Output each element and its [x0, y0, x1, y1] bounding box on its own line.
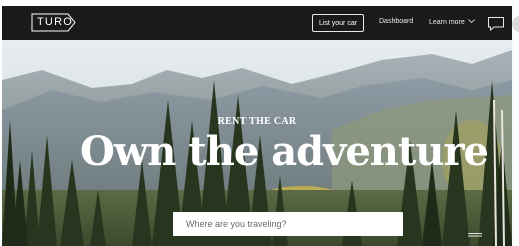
- hero-headline: Own the adventure: [80, 128, 489, 175]
- learn-more-label: Learn more: [429, 19, 465, 26]
- avatar[interactable]: [512, 16, 519, 32]
- hero-banner: RENT THE CAR Own the adventure: [2, 40, 512, 246]
- search-input[interactable]: [173, 212, 403, 236]
- dashboard-link[interactable]: Dashboard: [379, 18, 413, 25]
- logo-text: TURO: [37, 16, 73, 28]
- page: TURO List your car Dashboard Learn more: [0, 0, 519, 246]
- chevron-down-icon: [468, 18, 475, 25]
- list-your-car-button[interactable]: List your car: [312, 14, 364, 32]
- turo-logo[interactable]: TURO: [31, 13, 76, 32]
- chat-icon[interactable]: [487, 16, 505, 32]
- hero-eyebrow: RENT THE CAR: [217, 116, 297, 127]
- scroll-indicator-icon: [468, 224, 482, 237]
- top-nav: TURO List your car Dashboard Learn more: [2, 6, 519, 40]
- learn-more-menu[interactable]: Learn more: [429, 18, 475, 26]
